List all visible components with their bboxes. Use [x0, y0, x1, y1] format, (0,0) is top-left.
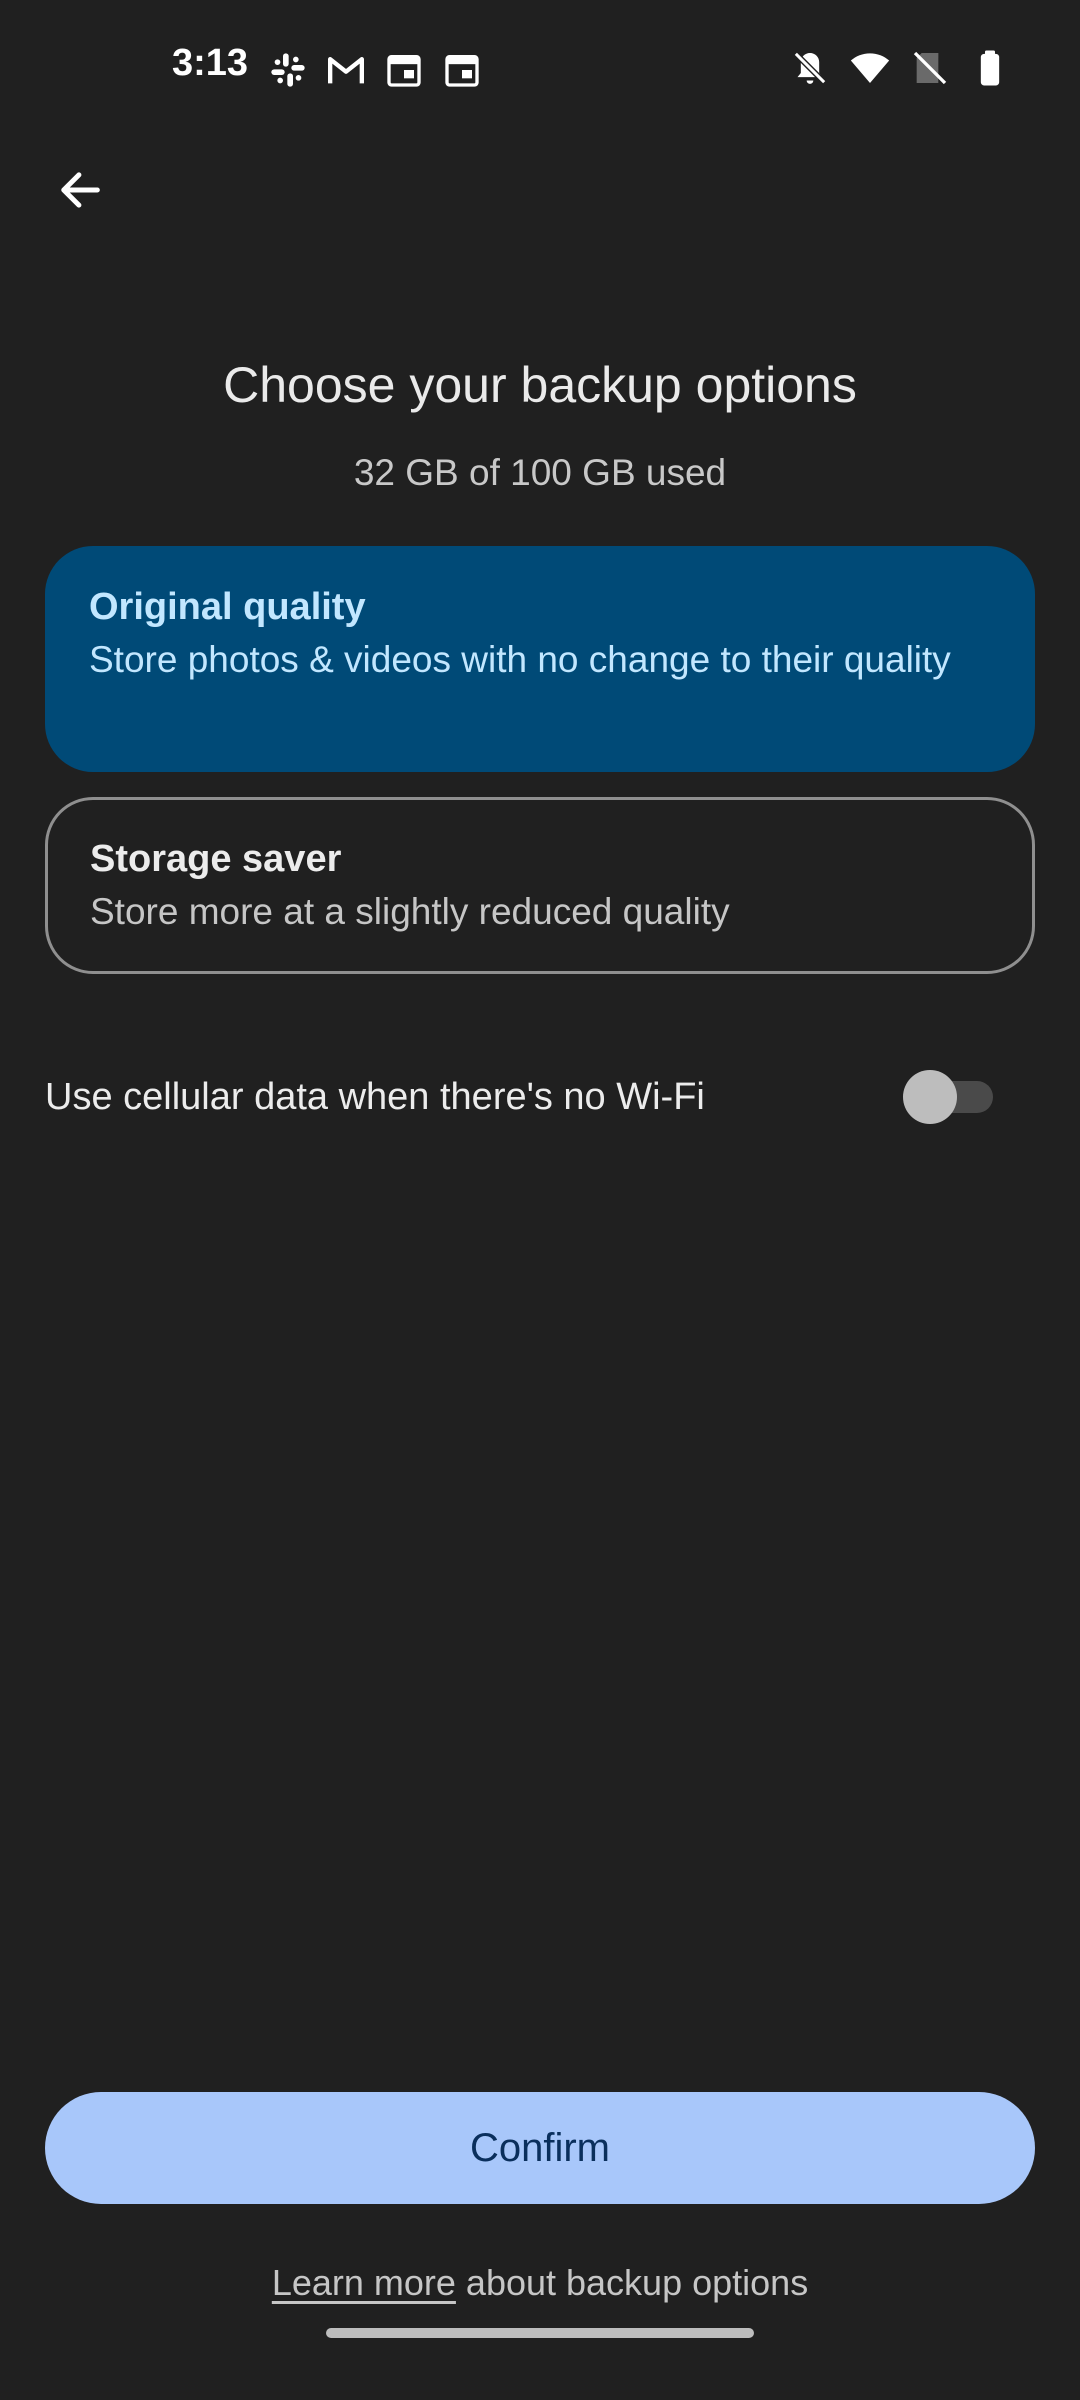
cellular-data-toggle[interactable]	[903, 1070, 993, 1124]
learn-more-link[interactable]: Learn more	[272, 2262, 456, 2303]
status-bar: 3:13	[0, 0, 1080, 130]
option-description: Store more at a slightly reduced quality	[90, 891, 730, 932]
option-title: Storage saver	[90, 838, 342, 880]
slack-icon	[271, 53, 305, 87]
cellular-data-row: Use cellular data when there's no Wi-Fi	[45, 1068, 1035, 1128]
navigation-handle[interactable]	[326, 2328, 754, 2338]
bell-off-icon	[793, 51, 827, 85]
option-title: Original quality	[89, 586, 366, 628]
learn-more-line: Learn more about backup options	[0, 2262, 1080, 2304]
storage-saver-option[interactable]: Storage saver Store more at a slightly r…	[45, 797, 1035, 974]
confirm-button[interactable]: Confirm	[45, 2092, 1035, 2204]
gmail-icon	[328, 57, 364, 84]
no-signal-icon	[913, 51, 947, 85]
cellular-data-label: Use cellular data when there's no Wi-Fi	[45, 1076, 705, 1118]
calendar-icon	[387, 55, 421, 87]
back-button[interactable]	[40, 150, 120, 230]
option-description: Store photos & videos with no change to …	[89, 639, 951, 680]
learn-more-rest-text: about backup options	[455, 2262, 809, 2303]
notification-icons	[268, 50, 482, 90]
arrow-left-icon	[61, 172, 100, 208]
calendar-icon	[445, 55, 479, 87]
status-time: 3:13	[172, 42, 249, 84]
original-quality-option[interactable]: Original quality Store photos & videos w…	[45, 546, 1035, 772]
toggle-thumb	[903, 1070, 957, 1124]
screen: 3:13 Choose your backup options 32 GB of…	[0, 0, 1080, 2400]
wifi-icon	[850, 53, 890, 83]
page-title: Choose your backup options	[223, 357, 857, 413]
battery-icon	[980, 50, 1000, 86]
storage-used-text: 32 GB of 100 GB used	[353, 452, 727, 493]
system-icons	[790, 48, 1010, 88]
